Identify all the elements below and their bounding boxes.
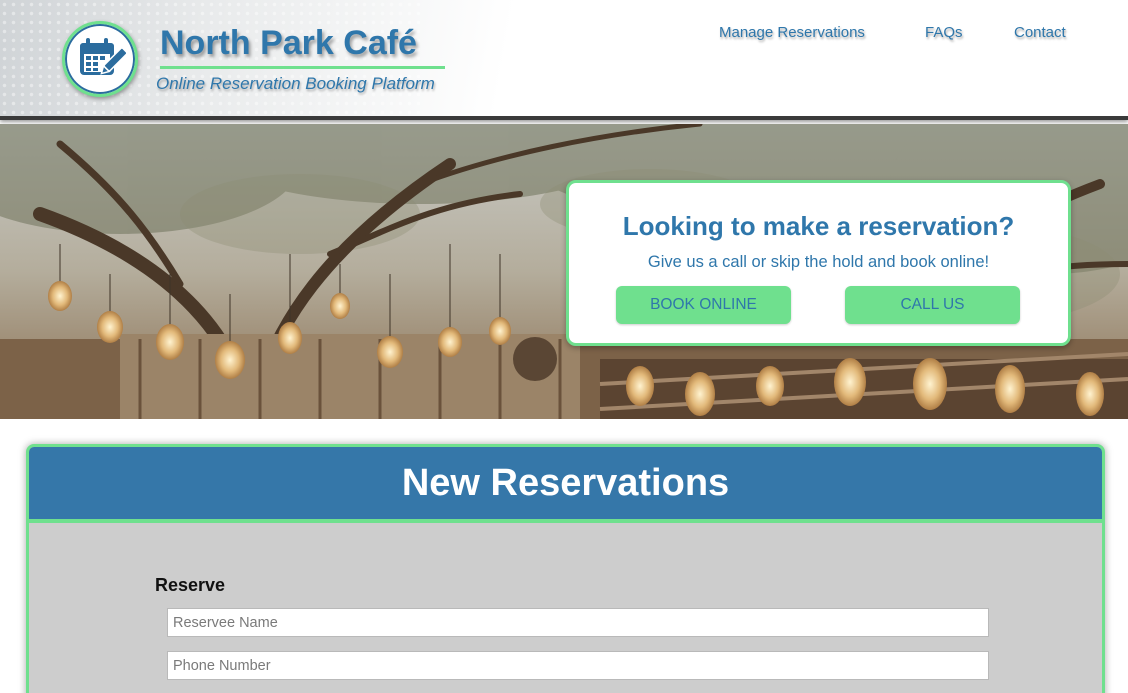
site-subtitle: Online Reservation Booking Platform <box>156 74 435 93</box>
reserve-label: Reserve <box>155 575 226 595</box>
callout-subtitle: Give us a call or skip the hold and book… <box>647 253 990 271</box>
reservee-name-input[interactable] <box>167 608 989 637</box>
panel-title: New Reservations <box>401 462 730 504</box>
site-title[interactable]: North Park Café <box>160 24 417 63</box>
hero-banner: Looking to make a reservation? Give us a… <box>0 124 1128 419</box>
site-header: North Park Café Online Reservation Booki… <box>0 0 1128 120</box>
title-underline <box>160 66 445 69</box>
call-us-button[interactable]: CALL US <box>845 286 1020 324</box>
nav-manage-reservations[interactable]: Manage Reservations <box>719 24 865 41</box>
phone-number-input[interactable] <box>167 651 989 680</box>
new-reservations-panel: New Reservations Reserve <box>26 444 1105 693</box>
nav-contact[interactable]: Contact <box>1014 24 1066 41</box>
nav-faqs[interactable]: FAQs <box>925 24 963 41</box>
reservation-callout: Looking to make a reservation? Give us a… <box>566 180 1071 346</box>
calendar-edit-icon[interactable] <box>62 21 138 97</box>
book-online-button[interactable]: BOOK ONLINE <box>616 286 791 324</box>
callout-title: Looking to make a reservation? <box>622 211 1015 241</box>
panel-header: New Reservations <box>29 447 1102 523</box>
